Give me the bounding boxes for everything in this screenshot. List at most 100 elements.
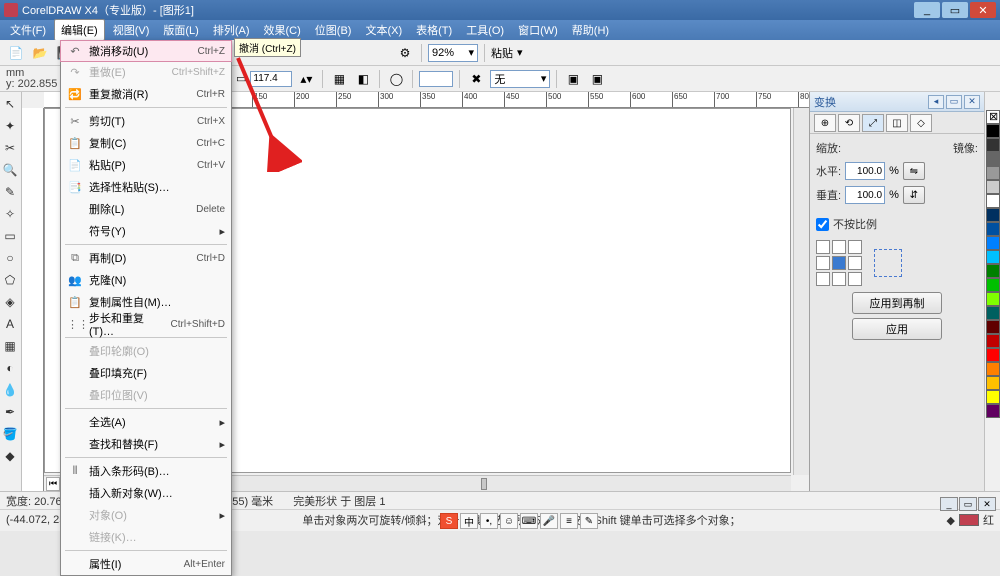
horizontal-scrollbar[interactable]	[209, 477, 777, 491]
color-swatch[interactable]	[986, 138, 1000, 152]
menu-bitmaps[interactable]: 位图(B)	[309, 20, 358, 40]
ime-emoji-button[interactable]: ☺	[500, 513, 518, 529]
size-field[interactable]: 117.4	[250, 71, 292, 87]
nonproportional-checkbox[interactable]	[816, 218, 829, 231]
shapes-tool-icon[interactable]: ◈	[0, 292, 20, 312]
menu-insert-barcode[interactable]: ⦀插入条形码(B)…	[61, 460, 231, 482]
menu-paste[interactable]: 📄粘贴(P)Ctrl+V	[61, 154, 231, 176]
open-icon[interactable]: 📂	[30, 43, 50, 63]
eyedropper-tool-icon[interactable]: 💧	[0, 380, 20, 400]
mdi-minimize-button[interactable]: _	[940, 497, 958, 511]
position-tab-icon[interactable]: ⊕	[814, 114, 836, 132]
wrap-icon[interactable]: ◧	[353, 69, 373, 89]
menu-insert-object[interactable]: 插入新对象(W)…	[61, 482, 231, 504]
smart-tool-icon[interactable]: ✧	[0, 204, 20, 224]
color-swatch[interactable]	[986, 236, 1000, 250]
mdi-restore-button[interactable]: ▭	[959, 497, 977, 511]
fill-swatch[interactable]	[959, 514, 979, 526]
menu-overprint-fill[interactable]: 叠印填充(F)	[61, 362, 231, 384]
freehand-tool-icon[interactable]: ✎	[0, 182, 20, 202]
menu-paste-special[interactable]: 📑选择性粘贴(S)…	[61, 176, 231, 198]
group-icon[interactable]: ▣	[587, 69, 607, 89]
menu-find-replace[interactable]: 查找和替换(F)▸	[61, 433, 231, 455]
anchor-grid[interactable]	[816, 240, 862, 286]
paste-label[interactable]: 粘贴	[491, 45, 513, 61]
menu-properties[interactable]: 属性(I)Alt+Enter	[61, 553, 231, 575]
spinner-icon[interactable]: ▴▾	[296, 69, 316, 89]
first-page-button[interactable]: ⏮	[46, 477, 60, 491]
fill-combo[interactable]: 无▾	[490, 70, 550, 88]
menu-select-all[interactable]: 全选(A)▸	[61, 411, 231, 433]
menu-text[interactable]: 文本(X)	[359, 20, 408, 40]
menu-help[interactable]: 帮助(H)	[566, 20, 615, 40]
menu-window[interactable]: 窗口(W)	[512, 20, 564, 40]
minimize-button[interactable]: _	[914, 2, 940, 18]
color-swatch[interactable]	[986, 334, 1000, 348]
rectangle-tool-icon[interactable]: ▭	[0, 226, 20, 246]
zoom-tool-icon[interactable]: 🔍	[0, 160, 20, 180]
menu-step-repeat[interactable]: ⋮⋮步长和重复(T)…Ctrl+Shift+D	[61, 313, 231, 335]
pick-tool-icon[interactable]: ↖	[0, 94, 20, 114]
crop-tool-icon[interactable]: ✂	[0, 138, 20, 158]
blend-tool-icon[interactable]: ◐	[0, 358, 20, 378]
color-swatch[interactable]	[986, 278, 1000, 292]
nofill-icon[interactable]: ✖	[466, 69, 486, 89]
color-swatch[interactable]	[986, 166, 1000, 180]
color-swatch[interactable]	[986, 124, 1000, 138]
ime-lang-button[interactable]: 中	[460, 513, 478, 529]
hairline-icon[interactable]: ◯	[386, 69, 406, 89]
color-swatch[interactable]	[986, 180, 1000, 194]
color-swatch[interactable]	[986, 292, 1000, 306]
menu-repeat[interactable]: 🔁重复撤消(R)Ctrl+R	[61, 83, 231, 105]
text-tool-icon[interactable]: A	[0, 314, 20, 334]
shape-tool-icon[interactable]: ✦	[0, 116, 20, 136]
menu-object[interactable]: 对象(O)▸	[61, 504, 231, 526]
menu-duplicate[interactable]: ⧉再制(D)Ctrl+D	[61, 247, 231, 269]
menu-edit[interactable]: 编辑(E)	[54, 19, 105, 41]
mdi-close-button[interactable]: ✕	[978, 497, 996, 511]
color-swatch[interactable]	[986, 264, 1000, 278]
menu-copy[interactable]: 📋复制(C)Ctrl+C	[61, 132, 231, 154]
sogou-icon[interactable]: S	[440, 513, 458, 529]
color-swatch[interactable]	[986, 250, 1000, 264]
apply-duplicate-button[interactable]: 应用到再制	[852, 292, 942, 314]
menu-view[interactable]: 视图(V)	[107, 20, 156, 40]
menu-undo[interactable]: ↶撤消移动(U)Ctrl+Z	[60, 40, 232, 62]
color-swatch[interactable]	[986, 362, 1000, 376]
menu-redo[interactable]: ↷重做(E)Ctrl+Shift+Z	[61, 61, 231, 83]
skew-tab-icon[interactable]: ◇	[910, 114, 932, 132]
docker-expand-button[interactable]: ▭	[946, 95, 962, 109]
menu-cut[interactable]: ✂剪切(T)Ctrl+X	[61, 110, 231, 132]
polygon-tool-icon[interactable]: ⬠	[0, 270, 20, 290]
menu-symbol[interactable]: 符号(Y)▸	[61, 220, 231, 242]
color-swatch[interactable]	[986, 306, 1000, 320]
color-swatch[interactable]	[986, 194, 1000, 208]
menu-file[interactable]: 文件(F)	[4, 20, 52, 40]
menu-arrange[interactable]: 排列(A)	[207, 20, 256, 40]
ime-keyboard-button[interactable]: ⌨	[520, 513, 538, 529]
menu-layout[interactable]: 版面(L)	[157, 20, 204, 40]
ungroup-icon[interactable]: ▣	[563, 69, 583, 89]
vertical-scale-input[interactable]	[845, 186, 885, 204]
mirror-horizontal-button[interactable]: ⇋	[903, 162, 925, 180]
ime-punct-button[interactable]: •,	[480, 513, 498, 529]
color-swatch[interactable]	[986, 222, 1000, 236]
vertical-scrollbar[interactable]	[793, 108, 809, 475]
close-button[interactable]: ✕	[970, 2, 996, 18]
color-swatch[interactable]	[986, 390, 1000, 404]
size-tab-icon[interactable]: ◫	[886, 114, 908, 132]
rotate-tab-icon[interactable]: ⟲	[838, 114, 860, 132]
align-icon[interactable]: ▦	[329, 69, 349, 89]
color-swatch[interactable]	[986, 348, 1000, 362]
ime-menu-button[interactable]: ≡	[560, 513, 578, 529]
table-tool-icon[interactable]: ▦	[0, 336, 20, 356]
apply-button[interactable]: 应用	[852, 318, 942, 340]
outline-width-combo[interactable]	[419, 71, 453, 87]
menu-tools[interactable]: 工具(O)	[460, 20, 510, 40]
menu-table[interactable]: 表格(T)	[410, 20, 458, 40]
menu-effects[interactable]: 效果(C)	[258, 20, 307, 40]
nocolor-swatch[interactable]: ⊠	[986, 110, 1000, 124]
color-swatch[interactable]	[986, 208, 1000, 222]
color-swatch[interactable]	[986, 376, 1000, 390]
docker-collapse-button[interactable]: ◂	[928, 95, 944, 109]
